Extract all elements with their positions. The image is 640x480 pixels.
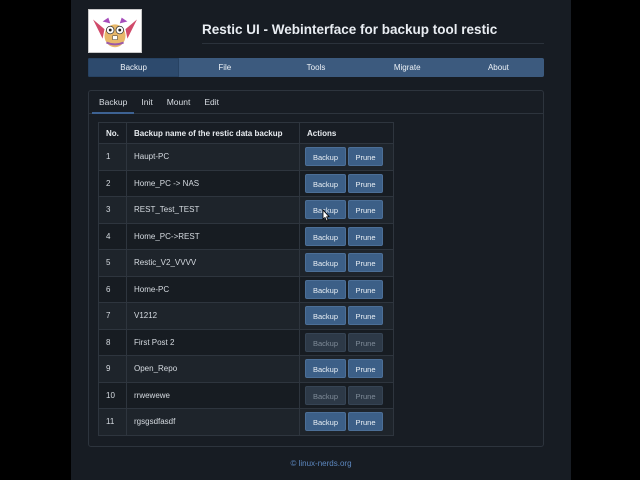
- backup-button[interactable]: Backup: [305, 279, 346, 299]
- row-actions: Backup Prune: [299, 408, 394, 436]
- backup-button[interactable]: Backup: [305, 226, 346, 246]
- gopher-mascot-logo-icon: [88, 9, 142, 53]
- row-number: 8: [98, 328, 127, 356]
- table-header-row: No. Backup name of the restic data backu…: [98, 122, 394, 144]
- table-body: 1 Haupt-PC Backup Prune 2 Home_PC -> NAS Backu…: [98, 143, 394, 436]
- row-actions: Backup Prune: [299, 355, 394, 383]
- backup-button[interactable]: Backup: [305, 359, 346, 379]
- nav-item-file[interactable]: File: [179, 58, 270, 77]
- backup-button[interactable]: Backup: [305, 306, 346, 326]
- tab-bar: Backup Init Mount Edit: [89, 91, 543, 114]
- row-actions: Backup Prune: [299, 222, 394, 250]
- main-navbar: Backup File Tools Migrate About: [88, 58, 544, 77]
- prune-button[interactable]: Prune: [348, 226, 383, 246]
- content-panel: Backup Init Mount Edit No. Backup name o…: [88, 90, 544, 447]
- prune-button[interactable]: Prune: [348, 332, 383, 352]
- backup-button[interactable]: Backup: [305, 332, 346, 352]
- table-row: 2 Home_PC -> NAS Backup Prune: [98, 169, 394, 197]
- backup-name: Open_Repo: [126, 355, 300, 383]
- prune-button[interactable]: Prune: [348, 359, 383, 379]
- row-number: 2: [98, 169, 127, 197]
- row-number: 6: [98, 275, 127, 303]
- footer-link[interactable]: © linux-nerds.org: [71, 459, 571, 468]
- prune-button[interactable]: Prune: [348, 385, 383, 405]
- table-row: 4 Home_PC->REST Backup Prune: [98, 222, 394, 250]
- row-actions: Backup Prune: [299, 328, 394, 356]
- prune-button[interactable]: Prune: [348, 412, 383, 432]
- backup-button[interactable]: Backup: [305, 253, 346, 273]
- mouse-pointer-icon: [322, 209, 330, 222]
- row-actions: Backup Prune: [299, 302, 394, 330]
- backup-button[interactable]: Backup: [305, 147, 346, 167]
- backup-button[interactable]: Backup: [305, 173, 346, 193]
- table-row: 8 First Post 2 Backup Prune: [98, 328, 394, 356]
- backup-name: V1212: [126, 302, 300, 330]
- table-row: 1 Haupt-PC Backup Prune: [98, 143, 394, 171]
- row-actions: Backup Prune: [299, 143, 394, 171]
- table-row: 3 REST_Test_TEST Backup Prune: [98, 196, 394, 224]
- column-header-no: No.: [98, 122, 127, 144]
- prune-button[interactable]: Prune: [348, 173, 383, 193]
- row-number: 10: [98, 381, 127, 409]
- column-header-actions: Actions: [299, 122, 394, 144]
- row-actions: Backup Prune: [299, 249, 394, 277]
- tab-edit[interactable]: Edit: [197, 91, 226, 114]
- backup-name: rrwewewe: [126, 381, 300, 409]
- backup-name: Restic_V2_VVVV: [126, 249, 300, 277]
- prune-button[interactable]: Prune: [348, 147, 383, 167]
- tab-init[interactable]: Init: [134, 91, 159, 114]
- row-number: 7: [98, 302, 127, 330]
- backup-name: Home_PC -> NAS: [126, 169, 300, 197]
- backup-name: Haupt-PC: [126, 143, 300, 171]
- row-number: 5: [98, 249, 127, 277]
- nav-item-tools[interactable]: Tools: [270, 58, 361, 77]
- nav-item-about[interactable]: About: [453, 58, 544, 77]
- table-row: 9 Open_Repo Backup Prune: [98, 355, 394, 383]
- nav-item-migrate[interactable]: Migrate: [362, 58, 453, 77]
- row-number: 9: [98, 355, 127, 383]
- page-container: Restic UI - Webinterface for backup tool…: [71, 0, 571, 480]
- backup-table: No. Backup name of the restic data backu…: [98, 122, 394, 436]
- backup-button[interactable]: Backup: [305, 412, 346, 432]
- row-actions: Backup Prune: [299, 169, 394, 197]
- backup-button[interactable]: Backup: [305, 385, 346, 405]
- header: Restic UI - Webinterface for backup tool…: [88, 9, 548, 53]
- backup-name: REST_Test_TEST: [126, 196, 300, 224]
- prune-button[interactable]: Prune: [348, 200, 383, 220]
- row-actions: Backup Prune: [299, 275, 394, 303]
- prune-button[interactable]: Prune: [348, 306, 383, 326]
- row-number: 1: [98, 143, 127, 171]
- column-header-name: Backup name of the restic data backup: [126, 122, 300, 144]
- prune-button[interactable]: Prune: [348, 279, 383, 299]
- tab-mount[interactable]: Mount: [160, 91, 198, 114]
- row-number: 3: [98, 196, 127, 224]
- table-row: 5 Restic_V2_VVVV Backup Prune: [98, 249, 394, 277]
- backup-name: Home_PC->REST: [126, 222, 300, 250]
- row-actions: Backup Prune: [299, 196, 394, 224]
- title-divider: [202, 43, 544, 44]
- prune-button[interactable]: Prune: [348, 253, 383, 273]
- nav-item-backup[interactable]: Backup: [88, 58, 180, 77]
- table-row: 11 rgsgsdfasdf Backup Prune: [98, 408, 394, 436]
- page-title: Restic UI - Webinterface for backup tool…: [202, 22, 498, 37]
- backup-name: First Post 2: [126, 328, 300, 356]
- backup-name: Home-PC: [126, 275, 300, 303]
- table-row: 6 Home-PC Backup Prune: [98, 275, 394, 303]
- row-number: 11: [98, 408, 127, 436]
- tab-backup[interactable]: Backup: [92, 91, 135, 114]
- row-number: 4: [98, 222, 127, 250]
- backup-name: rgsgsdfasdf: [126, 408, 300, 436]
- row-actions: Backup Prune: [299, 381, 394, 409]
- backup-table-container: No. Backup name of the restic data backu…: [98, 122, 394, 436]
- table-row: 10 rrwewewe Backup Prune: [98, 381, 394, 409]
- table-row: 7 V1212 Backup Prune: [98, 302, 394, 330]
